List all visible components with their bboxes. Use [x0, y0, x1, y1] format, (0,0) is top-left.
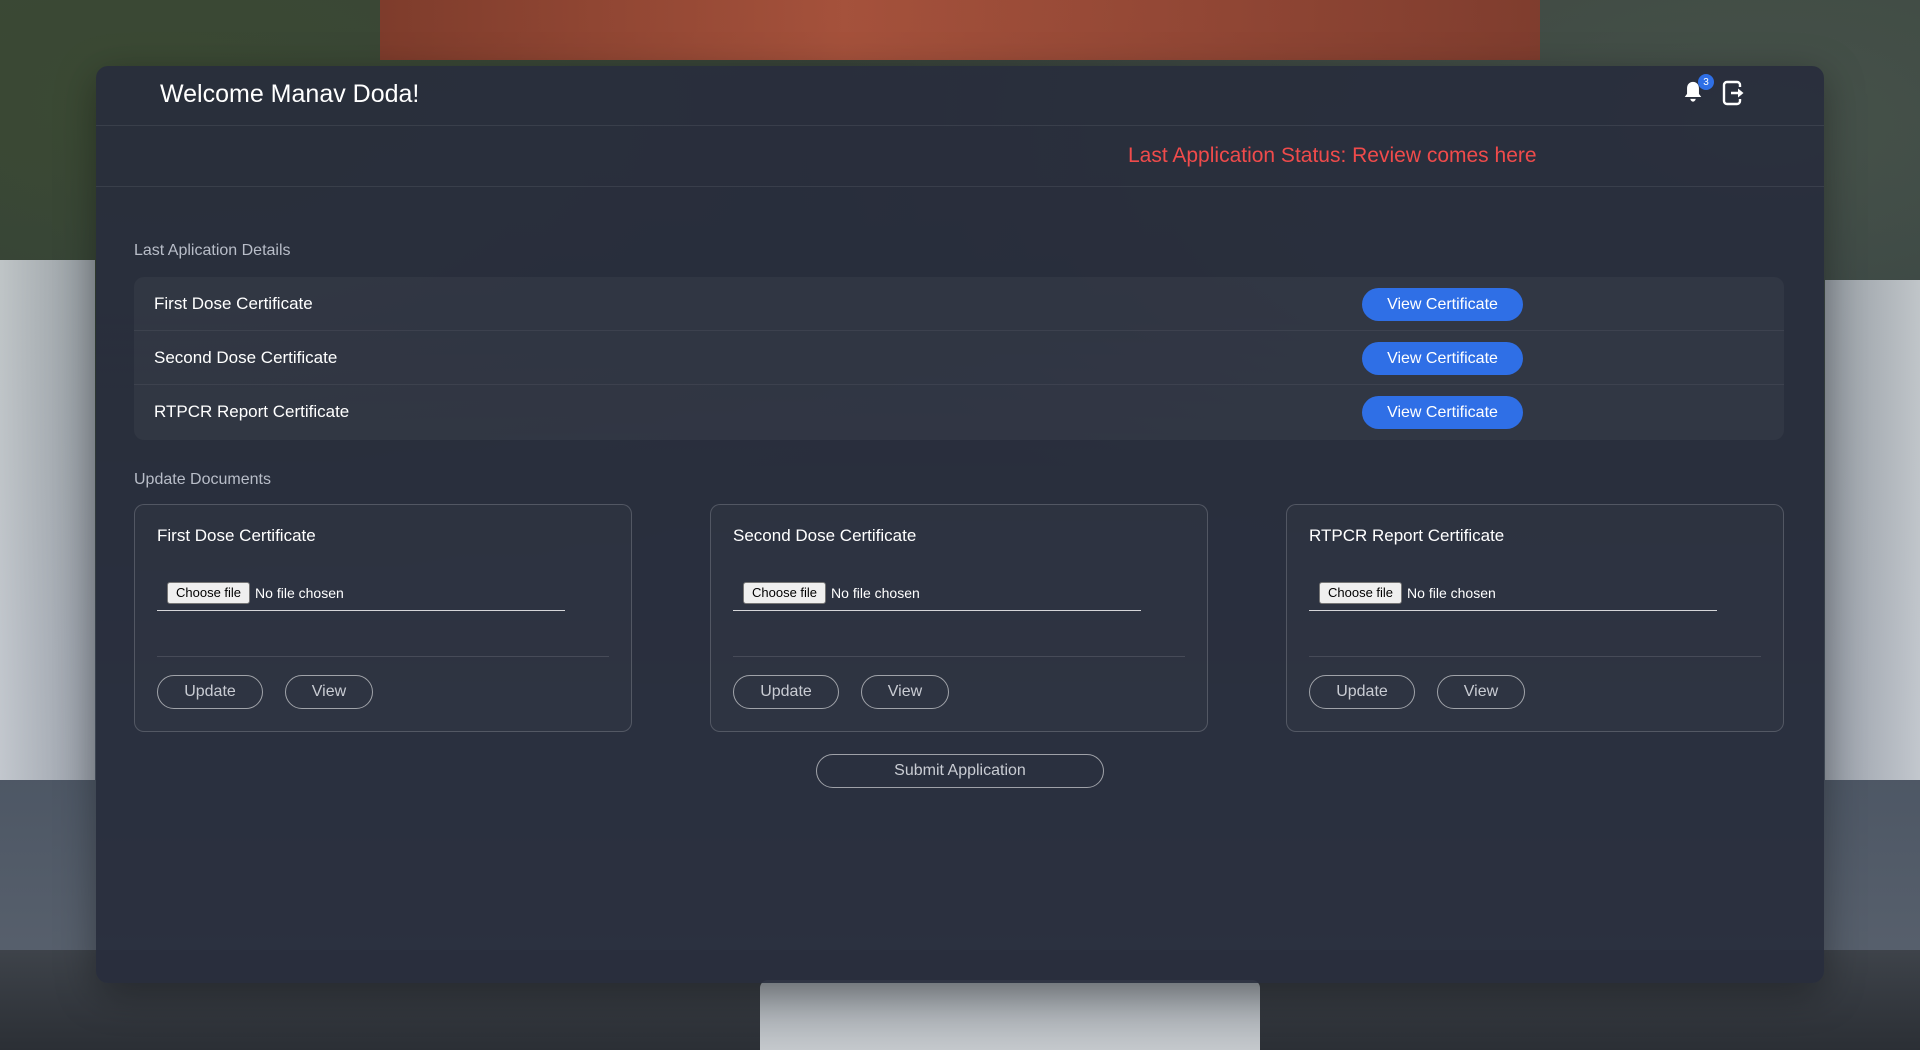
view-button[interactable]: View — [861, 675, 949, 709]
certificate-row: First Dose Certificate View Certificate — [134, 277, 1784, 331]
dashboard-panel: Welcome Manav Doda! 3 Last Application S… — [96, 66, 1824, 983]
file-input[interactable]: Choose file No file chosen — [1309, 575, 1717, 611]
application-status-text: Last Application Status: Review comes he… — [1128, 144, 1537, 167]
file-status: No file chosen — [1407, 584, 1496, 601]
file-input[interactable]: Choose file No file chosen — [157, 575, 565, 611]
card-title: Second Dose Certificate — [733, 526, 917, 545]
certificate-details-list: First Dose Certificate View Certificate … — [134, 277, 1784, 440]
document-card-first-dose: First Dose Certificate Choose file No fi… — [134, 504, 632, 732]
welcome-title: Welcome Manav Doda! — [160, 80, 420, 108]
background-beam-right — [1825, 280, 1920, 780]
card-divider — [1309, 656, 1761, 657]
submit-application-button[interactable]: Submit Application — [816, 754, 1104, 788]
card-title: First Dose Certificate — [157, 526, 316, 545]
view-certificate-button[interactable]: View Certificate — [1362, 288, 1523, 321]
update-button[interactable]: Update — [1309, 675, 1415, 709]
view-button[interactable]: View — [1437, 675, 1525, 709]
document-card-second-dose: Second Dose Certificate Choose file No f… — [710, 504, 1208, 732]
certificate-name: RTPCR Report Certificate — [154, 402, 350, 421]
view-certificate-button[interactable]: View Certificate — [1362, 342, 1523, 375]
certificate-row: RTPCR Report Certificate View Certificat… — [134, 385, 1784, 439]
card-title: RTPCR Report Certificate — [1309, 526, 1505, 545]
view-certificate-button[interactable]: View Certificate — [1362, 396, 1523, 429]
notification-badge: 3 — [1698, 74, 1714, 90]
file-input[interactable]: Choose file No file chosen — [733, 575, 1141, 611]
update-button[interactable]: Update — [157, 675, 263, 709]
certificate-name: Second Dose Certificate — [154, 347, 338, 367]
choose-file-button[interactable]: Choose file — [1319, 581, 1403, 604]
certificate-row: Second Dose Certificate View Certificate — [134, 331, 1784, 385]
certificate-name: First Dose Certificate — [154, 293, 313, 313]
background-pillar — [760, 980, 1260, 1050]
background-roof — [380, 0, 1540, 60]
update-documents-label: Update Documents — [134, 471, 271, 488]
status-bar: Last Application Status: Review comes he… — [96, 126, 1824, 187]
card-divider — [733, 656, 1185, 657]
file-status: No file chosen — [255, 584, 344, 601]
update-documents-cards: First Dose Certificate Choose file No fi… — [134, 504, 1784, 734]
update-button[interactable]: Update — [733, 675, 839, 709]
choose-file-button[interactable]: Choose file — [167, 581, 251, 604]
last-application-details-label: Last Aplication Details — [134, 242, 291, 259]
logout-icon — [1722, 80, 1744, 106]
card-divider — [157, 656, 609, 657]
file-status: No file chosen — [831, 584, 920, 601]
background-beam-left — [0, 260, 95, 780]
top-bar: Welcome Manav Doda! 3 — [96, 66, 1824, 126]
notifications-button[interactable]: 3 — [1682, 74, 1714, 108]
logout-button[interactable] — [1722, 80, 1746, 111]
choose-file-button[interactable]: Choose file — [743, 581, 827, 604]
top-icons: 3 — [1682, 74, 1746, 111]
document-card-rtpcr: RTPCR Report Certificate Choose file No … — [1286, 504, 1784, 732]
view-button[interactable]: View — [285, 675, 373, 709]
